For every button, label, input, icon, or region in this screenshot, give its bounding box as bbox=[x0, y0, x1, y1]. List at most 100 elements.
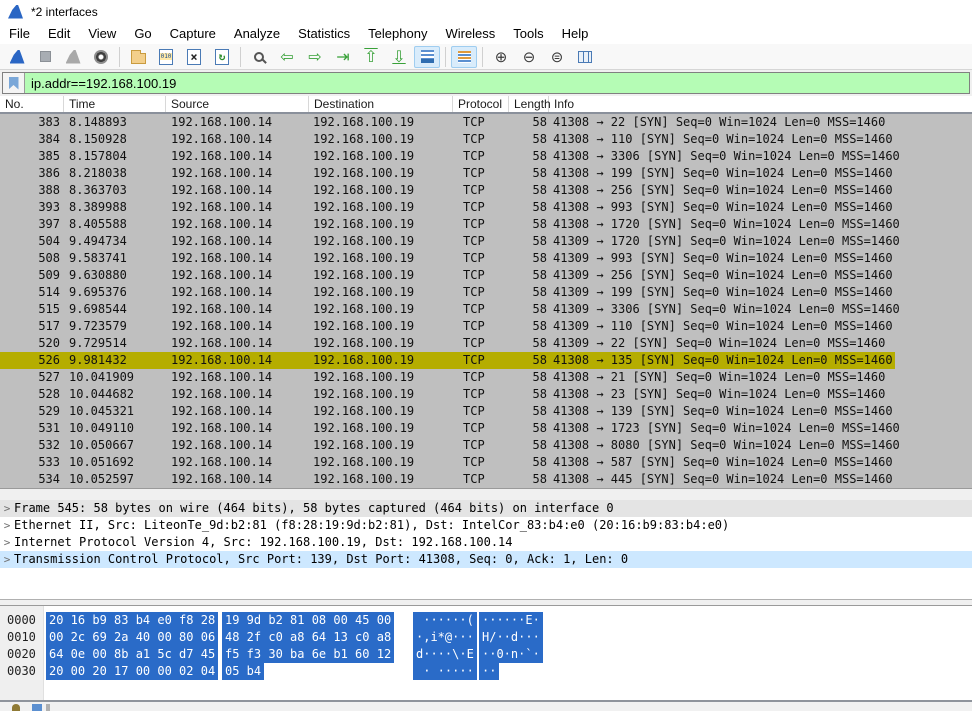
menu-item-tools[interactable]: Tools bbox=[504, 24, 552, 43]
ascii-left: ·,i*@··· bbox=[413, 629, 477, 646]
close-file-icon[interactable] bbox=[181, 46, 207, 68]
save-file-icon[interactable] bbox=[153, 46, 179, 68]
go-forward-icon[interactable] bbox=[302, 46, 328, 68]
cell-src: 192.168.100.14 bbox=[166, 216, 309, 233]
cell-info: 41308 → 1723 [SYN] Seq=0 Win=1024 Len=0 … bbox=[549, 420, 972, 437]
detail-row[interactable]: >Internet Protocol Version 4, Src: 192.1… bbox=[0, 534, 972, 551]
menu-item-analyze[interactable]: Analyze bbox=[225, 24, 289, 43]
packet-row[interactable]: 53110.049110192.168.100.14192.168.100.19… bbox=[0, 420, 972, 437]
packet-row[interactable]: 52710.041909192.168.100.14192.168.100.19… bbox=[0, 369, 972, 386]
cell-info: 41308 → 587 [SYN] Seq=0 Win=1024 Len=0 M… bbox=[549, 454, 972, 471]
cell-src: 192.168.100.14 bbox=[166, 148, 309, 165]
packet-row[interactable]: 3848.150928192.168.100.14192.168.100.19T… bbox=[0, 131, 972, 148]
cell-dst: 192.168.100.19 bbox=[309, 199, 453, 216]
cell-no: 531 bbox=[0, 420, 64, 437]
cell-no: 386 bbox=[0, 165, 64, 182]
packet-row[interactable]: 5099.630880192.168.100.14192.168.100.19T… bbox=[0, 267, 972, 284]
packet-row[interactable]: 3888.363703192.168.100.14192.168.100.19T… bbox=[0, 182, 972, 199]
packet-row[interactable]: 3868.218038192.168.100.14192.168.100.19T… bbox=[0, 165, 972, 182]
packet-row[interactable]: 53310.051692192.168.100.14192.168.100.19… bbox=[0, 454, 972, 471]
detail-row[interactable]: >Frame 545: 58 bytes on wire (464 bits),… bbox=[0, 500, 972, 517]
cell-info: 41308 → 22 [SYN] Seq=0 Win=1024 Len=0 MS… bbox=[549, 114, 972, 131]
packet-row[interactable]: 5089.583741192.168.100.14192.168.100.19T… bbox=[0, 250, 972, 267]
menu-item-telephony[interactable]: Telephony bbox=[359, 24, 436, 43]
packet-row[interactable]: 5269.981432192.168.100.14192.168.100.19T… bbox=[0, 352, 972, 369]
column-header-source[interactable]: Source bbox=[166, 96, 309, 112]
cell-dst: 192.168.100.19 bbox=[309, 233, 453, 250]
cell-src: 192.168.100.14 bbox=[166, 182, 309, 199]
zoom-in-icon[interactable] bbox=[488, 46, 514, 68]
colorize-packets-icon[interactable] bbox=[451, 46, 477, 68]
packet-row[interactable]: 52910.045321192.168.100.14192.168.100.19… bbox=[0, 403, 972, 420]
packet-row[interactable]: 3938.389988192.168.100.14192.168.100.19T… bbox=[0, 199, 972, 216]
ascii-right: H/··d··· bbox=[479, 629, 543, 646]
zoom-out-icon[interactable] bbox=[516, 46, 542, 68]
column-header-time[interactable]: Time bbox=[64, 96, 166, 112]
menu-item-wireless[interactable]: Wireless bbox=[436, 24, 504, 43]
auto-scroll-icon[interactable] bbox=[414, 46, 440, 68]
statusbar-icon bbox=[46, 704, 50, 711]
find-packet-icon[interactable] bbox=[246, 46, 272, 68]
go-to-bottom-icon[interactable] bbox=[386, 46, 412, 68]
filter-box bbox=[2, 72, 970, 94]
column-header-no[interactable]: No. bbox=[0, 96, 64, 112]
packet-row[interactable]: 3858.157804192.168.100.14192.168.100.19T… bbox=[0, 148, 972, 165]
cell-time: 9.981432 bbox=[64, 352, 166, 369]
restart-capture-icon[interactable] bbox=[60, 46, 86, 68]
packet-row[interactable]: 5179.723579192.168.100.14192.168.100.19T… bbox=[0, 318, 972, 335]
hex-row[interactable]: 003020 00 20 17 00 00 02 0405 b4 · ·····… bbox=[0, 663, 972, 680]
packet-row[interactable]: 5209.729514192.168.100.14192.168.100.19T… bbox=[0, 335, 972, 352]
expert-info-icon[interactable] bbox=[12, 704, 20, 711]
resize-columns-icon[interactable] bbox=[572, 46, 598, 68]
menu-item-view[interactable]: View bbox=[79, 24, 125, 43]
hex-row[interactable]: 000020 16 b9 83 b4 e0 f8 2819 9d b2 81 0… bbox=[0, 612, 972, 629]
menu-item-file[interactable]: File bbox=[0, 24, 39, 43]
packet-details-pane: >Frame 545: 58 bytes on wire (464 bits),… bbox=[0, 500, 972, 599]
column-header-destination[interactable]: Destination bbox=[309, 96, 453, 112]
menu-item-capture[interactable]: Capture bbox=[161, 24, 225, 43]
cell-info: 41308 → 23 [SYN] Seq=0 Win=1024 Len=0 MS… bbox=[549, 386, 972, 403]
toolbar-separator bbox=[240, 47, 241, 67]
capture-options-icon[interactable] bbox=[88, 46, 114, 68]
packet-row[interactable]: 5159.698544192.168.100.14192.168.100.19T… bbox=[0, 301, 972, 318]
cell-proto: TCP bbox=[453, 199, 509, 216]
menu-item-statistics[interactable]: Statistics bbox=[289, 24, 359, 43]
display-filter-input[interactable] bbox=[25, 73, 969, 93]
hex-row[interactable]: 002064 0e 00 8b a1 5c d7 45f5 f3 30 ba 6… bbox=[0, 646, 972, 663]
expander-icon[interactable]: > bbox=[0, 517, 14, 534]
filter-bookmark-button[interactable] bbox=[3, 73, 25, 93]
stop-capture-icon[interactable] bbox=[32, 46, 58, 68]
packet-row[interactable]: 3838.148893192.168.100.14192.168.100.19T… bbox=[0, 114, 972, 131]
cell-proto: TCP bbox=[453, 182, 509, 199]
cell-src: 192.168.100.14 bbox=[166, 284, 309, 301]
open-file-icon[interactable] bbox=[125, 46, 151, 68]
expander-icon[interactable]: > bbox=[0, 534, 14, 551]
column-header-info[interactable]: Info bbox=[549, 96, 972, 112]
expander-icon[interactable]: > bbox=[0, 500, 14, 517]
start-capture-icon[interactable] bbox=[4, 46, 30, 68]
capture-comment-icon[interactable] bbox=[32, 704, 42, 711]
detail-row[interactable]: >Transmission Control Protocol, Src Port… bbox=[0, 551, 972, 568]
cell-info: 41309 → 1720 [SYN] Seq=0 Win=1024 Len=0 … bbox=[549, 233, 972, 250]
pane-splitter[interactable] bbox=[0, 488, 972, 500]
packet-row[interactable]: 52810.044682192.168.100.14192.168.100.19… bbox=[0, 386, 972, 403]
expander-icon[interactable]: > bbox=[0, 551, 14, 568]
go-to-top-icon[interactable] bbox=[358, 46, 384, 68]
packet-row[interactable]: 5149.695376192.168.100.14192.168.100.19T… bbox=[0, 284, 972, 301]
cell-no: 388 bbox=[0, 182, 64, 199]
packet-row[interactable]: 53410.052597192.168.100.14192.168.100.19… bbox=[0, 471, 972, 488]
menu-item-help[interactable]: Help bbox=[553, 24, 598, 43]
hex-row[interactable]: 001000 2c 69 2a 40 00 80 0648 2f c0 a8 6… bbox=[0, 629, 972, 646]
packet-row[interactable]: 53210.050667192.168.100.14192.168.100.19… bbox=[0, 437, 972, 454]
menu-item-edit[interactable]: Edit bbox=[39, 24, 79, 43]
menu-item-go[interactable]: Go bbox=[125, 24, 160, 43]
reload-file-icon[interactable] bbox=[209, 46, 235, 68]
go-back-icon[interactable] bbox=[274, 46, 300, 68]
packet-row[interactable]: 3978.405588192.168.100.14192.168.100.19T… bbox=[0, 216, 972, 233]
go-to-packet-icon[interactable] bbox=[330, 46, 356, 68]
packet-row[interactable]: 5049.494734192.168.100.14192.168.100.19T… bbox=[0, 233, 972, 250]
column-header-length[interactable]: Length bbox=[509, 96, 549, 112]
detail-row[interactable]: >Ethernet II, Src: LiteonTe_9d:b2:81 (f8… bbox=[0, 517, 972, 534]
zoom-original-icon[interactable] bbox=[544, 46, 570, 68]
column-header-protocol[interactable]: Protocol bbox=[453, 96, 509, 112]
